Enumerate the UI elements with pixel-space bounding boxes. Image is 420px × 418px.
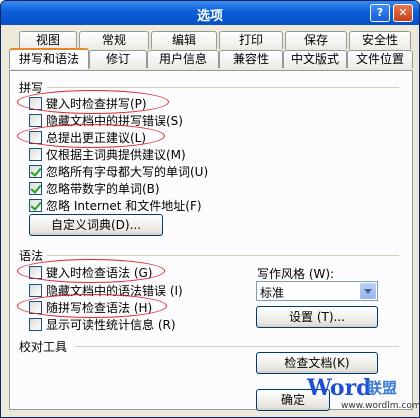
checkbox[interactable] — [29, 147, 42, 161]
option-label: 忽略 Internet 和文件地址(F) — [46, 198, 202, 213]
proofing-tools-title: 校对工具 — [19, 340, 68, 354]
options-dialog: 选项 ? ✕ 视图 常规 编辑 打印 保存 安全性 拼写和语法 修订 用户信息 … — [0, 0, 420, 418]
ignore-uppercase-words[interactable]: 忽略所有字母都大写的单词(U) — [29, 163, 208, 179]
checkbox[interactable] — [29, 265, 42, 279]
show-readability-statistics[interactable]: 显示可读性统计信息 (R) — [29, 316, 176, 332]
tab-track-changes[interactable]: 修订 — [89, 50, 147, 68]
checkbox[interactable] — [29, 198, 42, 212]
tab-file-locations[interactable]: 文件位置 — [347, 50, 413, 68]
tab-general[interactable]: 常规 — [79, 31, 149, 49]
option-label: 键入时检查拼写(P) — [46, 96, 147, 111]
grammar-settings-button[interactable]: 设置 (T)... — [256, 306, 378, 328]
option-label: 隐藏文档中的拼写错误(S) — [46, 113, 183, 128]
option-label: 总提出更正建议(L) — [46, 130, 147, 145]
checkbox[interactable] — [29, 317, 42, 331]
option-label: 显示可读性统计信息 (R) — [46, 317, 176, 332]
close-icon[interactable]: ✕ — [393, 4, 413, 22]
spelling-section-title: 拼写 — [19, 81, 44, 95]
check-document-button[interactable]: 检查文档(K) — [256, 352, 378, 374]
writing-style-label: 写作风格 (W): — [257, 267, 335, 281]
tab-save[interactable]: 保存 — [285, 31, 347, 49]
proofing-separator — [75, 346, 399, 347]
tab-security[interactable]: 安全性 — [349, 31, 411, 49]
checkbox[interactable] — [29, 96, 42, 110]
writing-style-value: 标准 — [260, 286, 285, 300]
checkbox[interactable] — [29, 300, 42, 314]
grammar-separator — [47, 255, 399, 256]
tab-view[interactable]: 视图 — [19, 31, 77, 49]
checkbox[interactable] — [29, 181, 42, 195]
option-label: 忽略带数字的单词(B) — [46, 181, 160, 196]
tab-strip: 视图 常规 编辑 打印 保存 安全性 拼写和语法 修订 用户信息 兼容性 中文版… — [9, 31, 413, 71]
check-grammar-as-you-type[interactable]: 键入时检查语法 (G) — [29, 264, 152, 280]
tab-chinese-typography[interactable]: 中文版式 — [283, 50, 347, 68]
ignore-internet-addresses[interactable]: 忽略 Internet 和文件地址(F) — [29, 197, 202, 213]
writing-style-select[interactable]: 标准 — [256, 281, 378, 301]
tab-print[interactable]: 打印 — [219, 31, 283, 49]
title-bar: 选项 ? ✕ — [1, 1, 419, 25]
tab-spelling-grammar[interactable]: 拼写和语法 — [9, 48, 89, 69]
always-suggest-corrections[interactable]: 总提出更正建议(L) — [29, 129, 146, 145]
checkbox[interactable] — [29, 164, 42, 178]
custom-dictionaries-button[interactable]: 自定义词典(D)... — [29, 214, 163, 236]
option-label: 隐藏文档中的语法错误 (I) — [46, 283, 183, 298]
option-label: 忽略所有字母都大写的单词(U) — [46, 164, 209, 179]
ignore-words-with-numbers[interactable]: 忽略带数字的单词(B) — [29, 180, 160, 196]
ok-button[interactable]: 确定 — [256, 389, 330, 411]
checkbox[interactable] — [29, 113, 42, 127]
hide-spelling-errors[interactable]: 隐藏文档中的拼写错误(S) — [29, 112, 183, 128]
spelling-separator — [47, 87, 399, 88]
hide-grammar-errors[interactable]: 隐藏文档中的语法错误 (I) — [29, 282, 183, 298]
checkbox[interactable] — [29, 283, 42, 297]
option-label: 键入时检查语法 (G) — [46, 265, 153, 280]
dialog-title: 选项 — [196, 9, 223, 24]
checkbox[interactable] — [29, 130, 42, 144]
grammar-section-title: 语法 — [19, 249, 44, 263]
check-spelling-as-you-type[interactable]: 键入时检查拼写(P) — [29, 95, 147, 111]
option-label: 仅根据主词典提供建议(M) — [46, 147, 186, 162]
suggest-from-main-dictionary-only[interactable]: 仅根据主词典提供建议(M) — [29, 146, 186, 162]
option-label: 随拼写检查语法 (H) — [46, 300, 153, 315]
chevron-down-icon[interactable] — [360, 283, 376, 299]
tab-user-info[interactable]: 用户信息 — [147, 50, 219, 68]
tab-edit[interactable]: 编辑 — [151, 31, 217, 49]
help-icon[interactable]: ? — [370, 4, 390, 22]
tab-compatibility[interactable]: 兼容性 — [219, 50, 283, 68]
check-grammar-with-spelling[interactable]: 随拼写检查语法 (H) — [29, 299, 152, 315]
